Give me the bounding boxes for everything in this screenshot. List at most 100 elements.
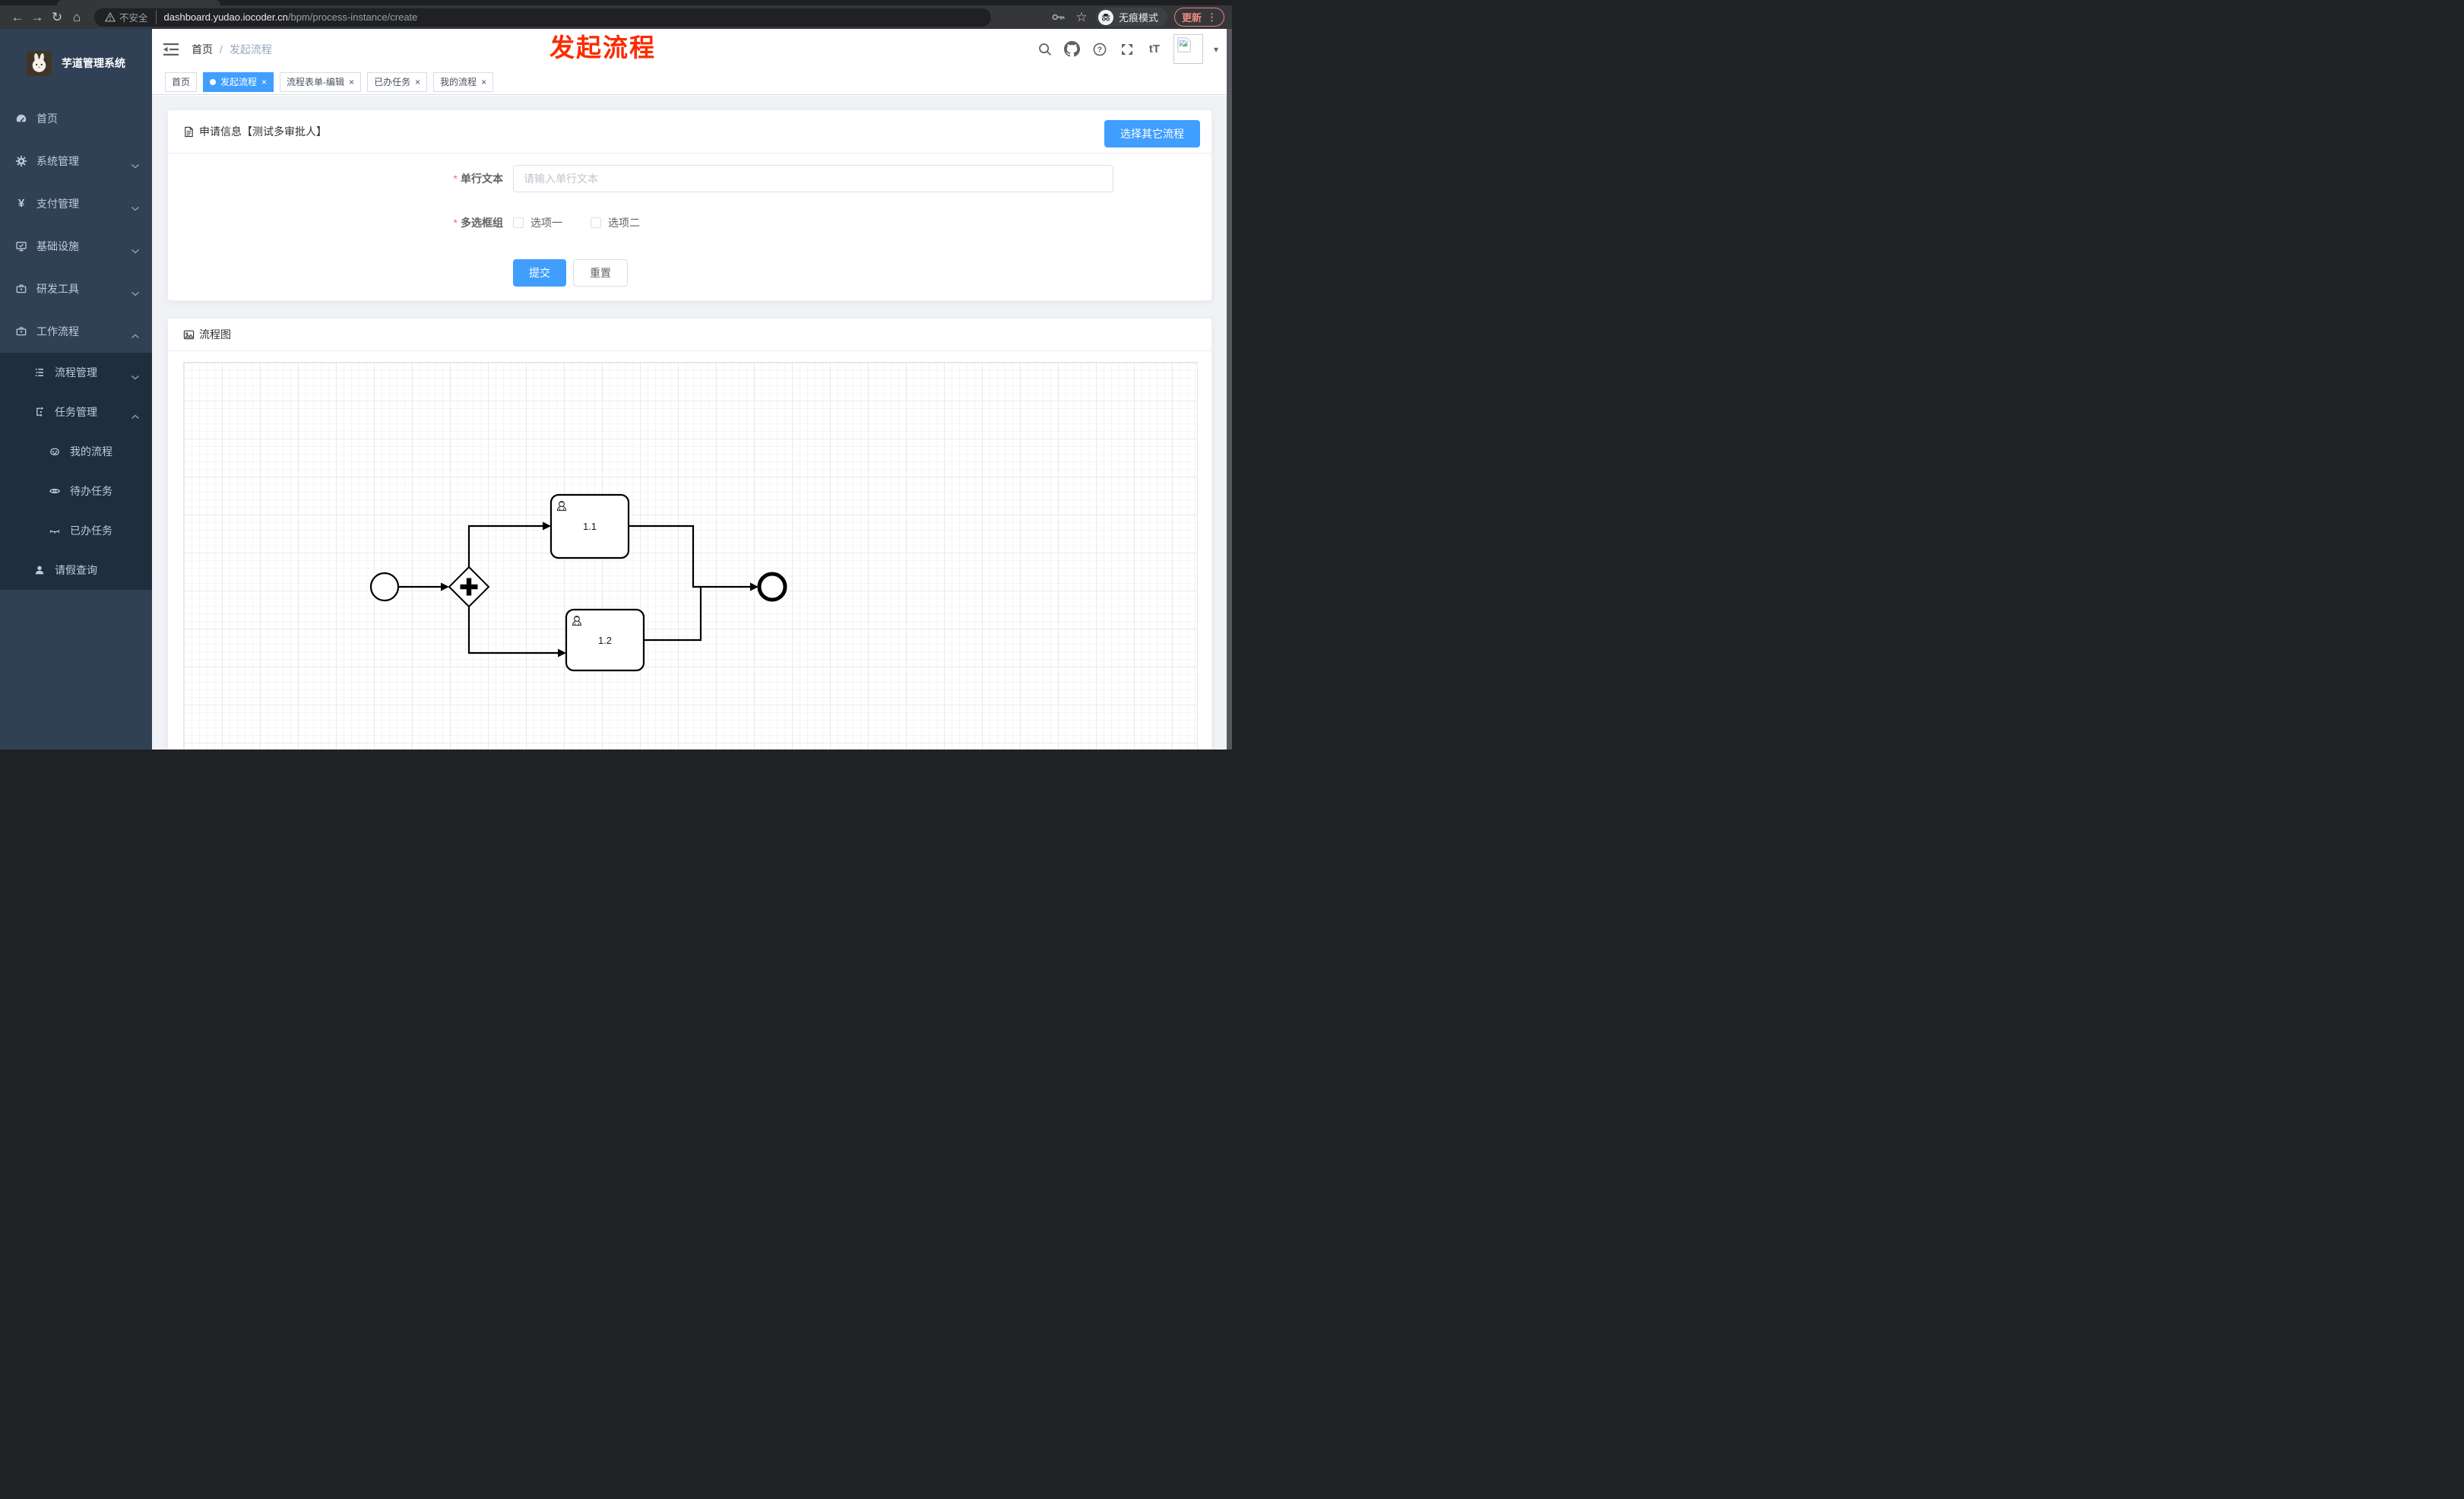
browser-menu-icon[interactable]: ⋮ — [1207, 11, 1217, 24]
chevron-up-icon — [131, 410, 140, 422]
bpmn-task-label: 1.2 — [598, 635, 612, 646]
rabbit-avatar-icon — [27, 50, 52, 76]
sidebar-item-label: 系统管理 — [36, 155, 79, 167]
tab-home[interactable]: 首页 — [165, 71, 198, 92]
list-tree-icon — [33, 366, 46, 379]
apply-info-card: 申请信息【测试多审批人】 选择其它流程 *单行文本 *多选框组 选项一 — [167, 109, 1212, 301]
reset-button[interactable]: 重置 — [573, 259, 628, 287]
image-icon — [183, 330, 195, 339]
sidebar-item-devtools[interactable]: 研发工具 — [0, 268, 152, 310]
process-diagram-title: 流程图 — [199, 328, 231, 341]
sidebar-collapse-button[interactable] — [163, 43, 179, 56]
bpmn-parallel-gateway[interactable] — [448, 566, 490, 608]
sidebar-item-done-tasks[interactable]: 已办任务 — [0, 511, 152, 550]
incognito-label: 无痕模式 — [1118, 12, 1158, 24]
sidebar-item-label: 请假查询 — [55, 564, 97, 576]
sidebar-item-label: 基础设施 — [36, 240, 79, 252]
address-bar[interactable]: 不安全 dashboard.yudao.iocoder.cn/bpm/proce… — [94, 8, 991, 27]
checkbox-label: 选项二 — [608, 217, 640, 229]
tab-form-edit[interactable]: 流程表单-编辑 × — [280, 71, 362, 92]
user-avatar[interactable] — [1173, 34, 1203, 64]
bpmn-end-event[interactable] — [757, 572, 787, 602]
bpmn-user-task-1[interactable]: 1.1 — [549, 493, 630, 559]
broken-image-icon — [1177, 37, 1191, 52]
help-icon[interactable]: ? — [1091, 41, 1108, 58]
tab-start-process[interactable]: 发起流程 × — [203, 71, 274, 92]
apply-info-title: 申请信息【测试多审批人】 — [199, 125, 327, 138]
checkbox-icon[interactable] — [591, 217, 601, 228]
update-button[interactable]: 更新 ⋮ — [1173, 8, 1224, 27]
sidebar-item-label: 首页 — [36, 113, 58, 125]
chevron-down-icon — [131, 244, 140, 256]
sidebar-item-label: 研发工具 — [36, 283, 79, 295]
key-icon[interactable] — [1050, 9, 1067, 26]
bpmn-start-event[interactable] — [369, 572, 400, 602]
home-button[interactable]: ⌂ — [67, 5, 87, 29]
sidebar-item-label: 待办任务 — [70, 485, 112, 497]
tab-close-icon[interactable]: × — [349, 78, 354, 87]
sidebar-item-system[interactable]: 系统管理 — [0, 140, 152, 182]
reload-button[interactable]: ↻ — [47, 5, 67, 29]
required-asterisk: * — [453, 217, 458, 229]
url-path: /bpm/process-instance/create — [287, 11, 418, 23]
sidebar-item-workflow[interactable]: 工作流程 — [0, 310, 152, 353]
screen: ← → ↻ ⌂ 不安全 dashboard.yudao.iocoder.cn/b… — [0, 0, 1232, 750]
security-indicator[interactable]: 不安全 — [105, 10, 157, 24]
tab-close-icon[interactable]: × — [261, 78, 267, 87]
breadcrumb: 首页 / 发起流程 — [192, 42, 272, 57]
bpmn-user-task-2[interactable]: 1.2 — [565, 608, 645, 672]
back-button[interactable]: ← — [8, 5, 27, 29]
checkbox-field-label: * 多选框组 — [453, 217, 503, 229]
url-host: dashboard.yudao.iocoder.cn — [163, 11, 288, 23]
checkbox-option-1[interactable]: 选项一 — [513, 215, 562, 230]
bpmn-diagram: 1.1 1.2 — [369, 493, 787, 672]
bookmark-star-icon[interactable]: ☆ — [1074, 5, 1089, 29]
tab-close-icon[interactable]: × — [415, 78, 420, 87]
sidebar-item-label: 流程管理 — [55, 366, 97, 379]
sidebar-item-home[interactable]: 首页 — [0, 97, 152, 140]
content-area: 申请信息【测试多审批人】 选择其它流程 *单行文本 *多选框组 选项一 — [152, 96, 1232, 750]
checkbox-option-2[interactable]: 选项二 — [591, 215, 640, 230]
text-field-label: * 单行文本 — [453, 173, 503, 185]
sidebar-item-process-mgmt[interactable]: 流程管理 — [0, 353, 152, 392]
tab-my-process[interactable]: 我的流程 × — [433, 71, 494, 92]
incognito-badge: 无痕模式 — [1095, 8, 1167, 27]
url-text: dashboard.yudao.iocoder.cn/bpm/process-i… — [164, 11, 418, 23]
fullscreen-icon[interactable] — [1119, 41, 1135, 58]
search-icon[interactable] — [1037, 41, 1053, 58]
submit-button[interactable]: 提交 — [513, 259, 566, 287]
choose-other-process-button[interactable]: 选择其它流程 — [1104, 120, 1200, 147]
bpmn-canvas[interactable]: 1.1 1.2 — [183, 362, 1198, 750]
chevron-down-icon — [131, 287, 140, 299]
single-line-text-input[interactable] — [513, 165, 1113, 192]
forward-button[interactable]: → — [27, 5, 47, 29]
sidebar-item-infrastructure[interactable]: 基础设施 — [0, 225, 152, 268]
bpmn-task-label: 1.1 — [583, 521, 597, 532]
tab-done-tasks[interactable]: 已办任务 × — [367, 71, 428, 92]
warning-icon — [105, 12, 116, 22]
app-logo-row: 芋道管理系统 — [0, 29, 152, 97]
checkbox-icon[interactable] — [513, 217, 524, 228]
github-icon[interactable] — [1064, 41, 1081, 58]
sidebar-item-my-process[interactable]: 我的流程 — [0, 432, 152, 471]
page-scrollbar[interactable] — [1227, 29, 1232, 750]
browser-active-tab[interactable] — [57, 0, 220, 5]
chevron-down-icon — [131, 159, 140, 171]
sidebar-item-label: 任务管理 — [55, 406, 97, 418]
sidebar-item-payment[interactable]: ¥ 支付管理 — [0, 182, 152, 225]
briefcase-icon — [15, 325, 27, 338]
update-label: 更新 — [1181, 12, 1202, 24]
tab-label: 流程表单-编辑 — [287, 77, 345, 87]
tab-close-icon[interactable]: × — [481, 78, 486, 87]
apply-info-card-header: 申请信息【测试多审批人】 — [168, 110, 1211, 154]
breadcrumb-home-link[interactable]: 首页 — [192, 42, 213, 57]
sidebar-item-task-mgmt[interactable]: 任务管理 — [0, 392, 152, 432]
sidebar-item-leave-query[interactable]: 请假查询 — [0, 550, 152, 590]
toolbox-icon — [15, 283, 27, 295]
sidebar-item-label: 已办任务 — [70, 524, 112, 537]
font-size-icon[interactable]: tT — [1146, 41, 1163, 58]
sidebar-item-todo-tasks[interactable]: 待办任务 — [0, 471, 152, 511]
annotation-text: 发起流程 — [549, 33, 656, 62]
avatar-caret-icon[interactable]: ▾ — [1214, 44, 1218, 55]
tags-view-bar: 首页 发起流程 × 流程表单-编辑 × 已办任务 × 我的流程 × — [152, 69, 1232, 95]
